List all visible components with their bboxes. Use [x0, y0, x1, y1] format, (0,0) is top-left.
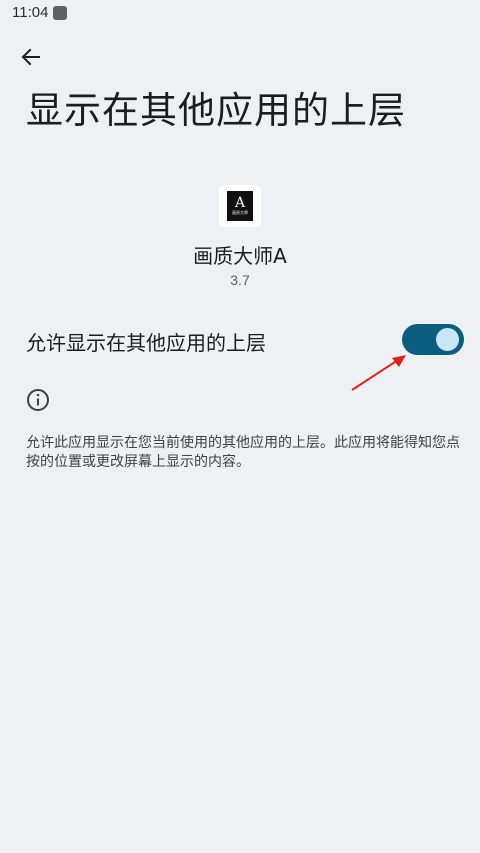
app-version: 3.7	[230, 272, 250, 288]
app-logo-letter: A	[234, 195, 246, 211]
toggle-knob	[436, 328, 459, 351]
app-icon: A 画质大师	[219, 185, 261, 227]
permission-description: 允许此应用显示在您当前使用的其他应用的上层。此应用将能得知您点按的位置或更改屏幕…	[26, 435, 460, 470]
notification-icon	[53, 6, 67, 20]
app-logo: A 画质大师	[227, 191, 253, 221]
overlay-permission-label: 允许显示在其他应用的上层	[26, 331, 266, 355]
arrow-left-icon	[21, 48, 40, 66]
annotation-arrow-icon	[351, 355, 406, 391]
overlay-permission-toggle[interactable]	[402, 324, 464, 355]
app-name: 画质大师A	[193, 244, 287, 268]
status-time: 11:04	[12, 4, 49, 21]
info-icon	[27, 389, 49, 411]
app-logo-caption: 画质大师	[232, 210, 248, 215]
overlay-permission-row[interactable]: 允许显示在其他应用的上层	[0, 318, 480, 362]
status-bar: 11:04	[0, 0, 480, 28]
back-button[interactable]	[16, 42, 46, 72]
page-title: 显示在其他应用的上层	[26, 89, 406, 132]
